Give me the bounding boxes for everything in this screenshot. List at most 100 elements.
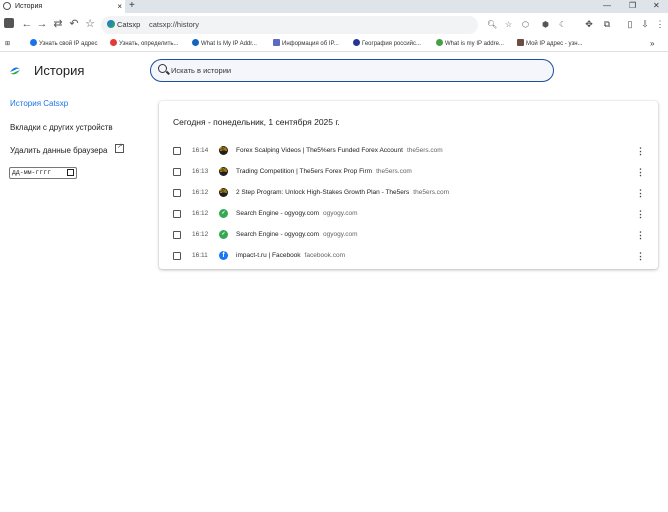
back-icon[interactable]: ← — [21, 18, 33, 30]
apps-grid-icon[interactable]: ⊞ — [5, 37, 10, 51]
visit-domain: the5ers.com — [413, 189, 450, 196]
bookmark-favicon-icon — [192, 39, 199, 46]
bookmark-star-icon[interactable]: ☆ — [84, 18, 96, 30]
screenshot-icon[interactable]: ⧉ — [601, 18, 613, 30]
bookmark-favicon-icon — [30, 39, 37, 46]
bookmarks-bar: ⊞ Узнать свой IP адрес Узнать, определит… — [0, 37, 668, 52]
bookmark-favicon-icon — [110, 39, 117, 46]
visit-time: 16:12 — [192, 231, 209, 238]
bookmark-label: What is my IP addre... — [445, 41, 504, 47]
visit-title: Forex Scalping Videos | The5%ers Funded … — [236, 147, 403, 154]
shield-icon[interactable]: ⬡ — [522, 19, 529, 31]
bookmark-item[interactable]: What is my IP addre... — [436, 37, 504, 51]
forward-icon[interactable]: → — [36, 18, 48, 30]
sidebar-item-history[interactable]: История Catsxp — [10, 98, 68, 110]
star-icon[interactable]: ☆ — [505, 19, 512, 31]
visit-time: 16:11 — [192, 252, 208, 259]
visit-link[interactable]: Forex Scalping Videos | The5%ers Funded … — [236, 145, 443, 157]
visit-time: 16:14 — [192, 147, 209, 154]
minimize-button[interactable]: — — [603, 0, 611, 12]
sidebar-panel-icon[interactable] — [4, 18, 14, 28]
bookmark-label: Информация об IP... — [282, 41, 339, 47]
row-checkbox[interactable] — [173, 231, 181, 239]
row-checkbox[interactable] — [173, 210, 181, 218]
window-close-button[interactable]: ✕ — [653, 0, 660, 12]
history-row[interactable]: 16:12 ✓ Search Engine - ogyogy.com ogyogy… — [159, 204, 658, 225]
history-row[interactable]: 16:12 5% 2 Step Program: Unlock High-Sta… — [159, 183, 658, 204]
catsxp-logo-icon — [107, 20, 115, 28]
sidebar-toggle-icon[interactable]: ▯ — [624, 18, 636, 30]
visit-link[interactable]: 2 Step Program: Unlock High-Stakes Growt… — [236, 187, 449, 199]
bookmark-label: What Is My IP Addr... — [201, 41, 257, 47]
visit-time: 16:13 — [192, 168, 209, 175]
bookmark-favicon-icon — [273, 39, 280, 46]
extension-icon[interactable]: ⬢ — [542, 19, 549, 31]
zoom-icon[interactable]: 🔍︎ — [487, 19, 497, 31]
reload-icon[interactable]: ⇄ — [52, 18, 64, 30]
row-menu-icon[interactable]: ⋮ — [636, 166, 645, 178]
history-search-box[interactable] — [150, 59, 554, 82]
visit-domain: ogyogy.com — [322, 210, 358, 217]
row-checkbox[interactable] — [173, 189, 181, 197]
visit-title: impact-t.ru | Facebook — [236, 252, 301, 259]
tab-history[interactable]: История × — [0, 0, 125, 13]
sidebar-item-other-devices[interactable]: Вкладки с других устройств — [10, 122, 113, 134]
history-row[interactable]: 16:13 5% Trading Competition | The5ers F… — [159, 162, 658, 183]
new-tab-button[interactable]: + — [129, 0, 135, 12]
visit-time: 16:12 — [192, 210, 209, 217]
tab-strip: История × + — ❐ ✕ — [0, 0, 668, 13]
catsxp-logo-icon — [10, 67, 20, 75]
visit-link[interactable]: Search Engine - ogyogy.com ogyogy.com — [236, 208, 358, 220]
bookmark-item[interactable]: Информация об IP... — [273, 37, 339, 51]
visit-domain: the5ers.com — [406, 147, 443, 154]
row-menu-icon[interactable]: ⋮ — [636, 187, 645, 199]
visit-title: Trading Competition | The5ers Forex Prop… — [236, 168, 373, 175]
row-checkbox[interactable] — [173, 147, 181, 155]
facebook-favicon-icon: f — [219, 251, 228, 260]
the5ers-favicon-icon: 5% — [219, 167, 228, 176]
site-chip[interactable]: Catsxp — [107, 19, 140, 31]
history-row[interactable]: 16:14 5% Forex Scalping Videos | The5%er… — [159, 141, 658, 162]
search-input[interactable] — [171, 63, 541, 77]
history-row[interactable]: 16:11 f impact-t.ru | Facebook facebook.c… — [159, 246, 658, 267]
row-menu-icon[interactable]: ⋮ — [636, 145, 645, 157]
dark-mode-icon[interactable]: ☾ — [559, 19, 566, 31]
undo-icon[interactable]: ↶ — [68, 18, 80, 30]
visit-title: Search Engine - ogyogy.com — [236, 231, 319, 238]
menu-icon[interactable]: ⋮ — [654, 18, 666, 30]
url-text[interactable]: catsxp://history — [149, 19, 199, 31]
bookmarks-more-icon[interactable]: » — [650, 37, 654, 51]
tab-close-icon[interactable]: × — [117, 0, 122, 13]
date-placeholder: дд-мм-гггг — [12, 169, 52, 176]
history-row[interactable]: 16:12 ✓ Search Engine - ogyogy.com ogyogy… — [159, 225, 658, 246]
visit-domain: ogyogy.com — [322, 231, 358, 238]
open-external-icon[interactable] — [115, 142, 124, 153]
visit-link[interactable]: Search Engine - ogyogy.com ogyogy.com — [236, 229, 358, 241]
bookmark-favicon-icon — [436, 39, 443, 46]
bookmark-item[interactable]: What Is My IP Addr... — [192, 37, 257, 51]
bookmark-label: Мой IP адрес - узн... — [526, 41, 583, 47]
sidebar-item-clear-data[interactable]: Удалить данные браузера — [10, 145, 107, 157]
calendar-icon[interactable] — [67, 169, 74, 176]
bookmark-label: Узнать, определить... — [119, 41, 179, 47]
visit-link[interactable]: impact-t.ru | Facebook facebook.com — [236, 250, 345, 262]
history-clock-icon — [3, 2, 11, 10]
restore-button[interactable]: ❐ — [629, 0, 636, 12]
row-checkbox[interactable] — [173, 168, 181, 176]
history-card: Сегодня - понедельник, 1 сентября 2025 г… — [159, 101, 658, 269]
address-bar[interactable]: Catsxp catsxp://history 🔍︎ ☆ ⬡ ⬢ ☾ — [101, 16, 566, 34]
puzzle-icon[interactable]: ✥ — [583, 18, 595, 30]
visit-domain: the5ers.com — [376, 168, 412, 175]
page-title: История — [34, 63, 85, 78]
bookmark-item[interactable]: Мой IP адрес - узн... — [517, 37, 583, 51]
date-input[interactable]: дд-мм-гггг — [9, 167, 77, 179]
bookmark-item[interactable]: География российс... — [353, 37, 421, 51]
row-checkbox[interactable] — [173, 252, 181, 260]
bookmark-item[interactable]: Узнать свой IP адрес — [30, 37, 98, 51]
row-menu-icon[interactable]: ⋮ — [636, 250, 645, 262]
bookmark-item[interactable]: Узнать, определить... — [110, 37, 178, 51]
row-menu-icon[interactable]: ⋮ — [636, 208, 645, 220]
row-menu-icon[interactable]: ⋮ — [636, 229, 645, 241]
download-icon[interactable]: ⇩ — [639, 18, 651, 30]
visit-link[interactable]: Trading Competition | The5ers Forex Prop… — [236, 166, 412, 178]
